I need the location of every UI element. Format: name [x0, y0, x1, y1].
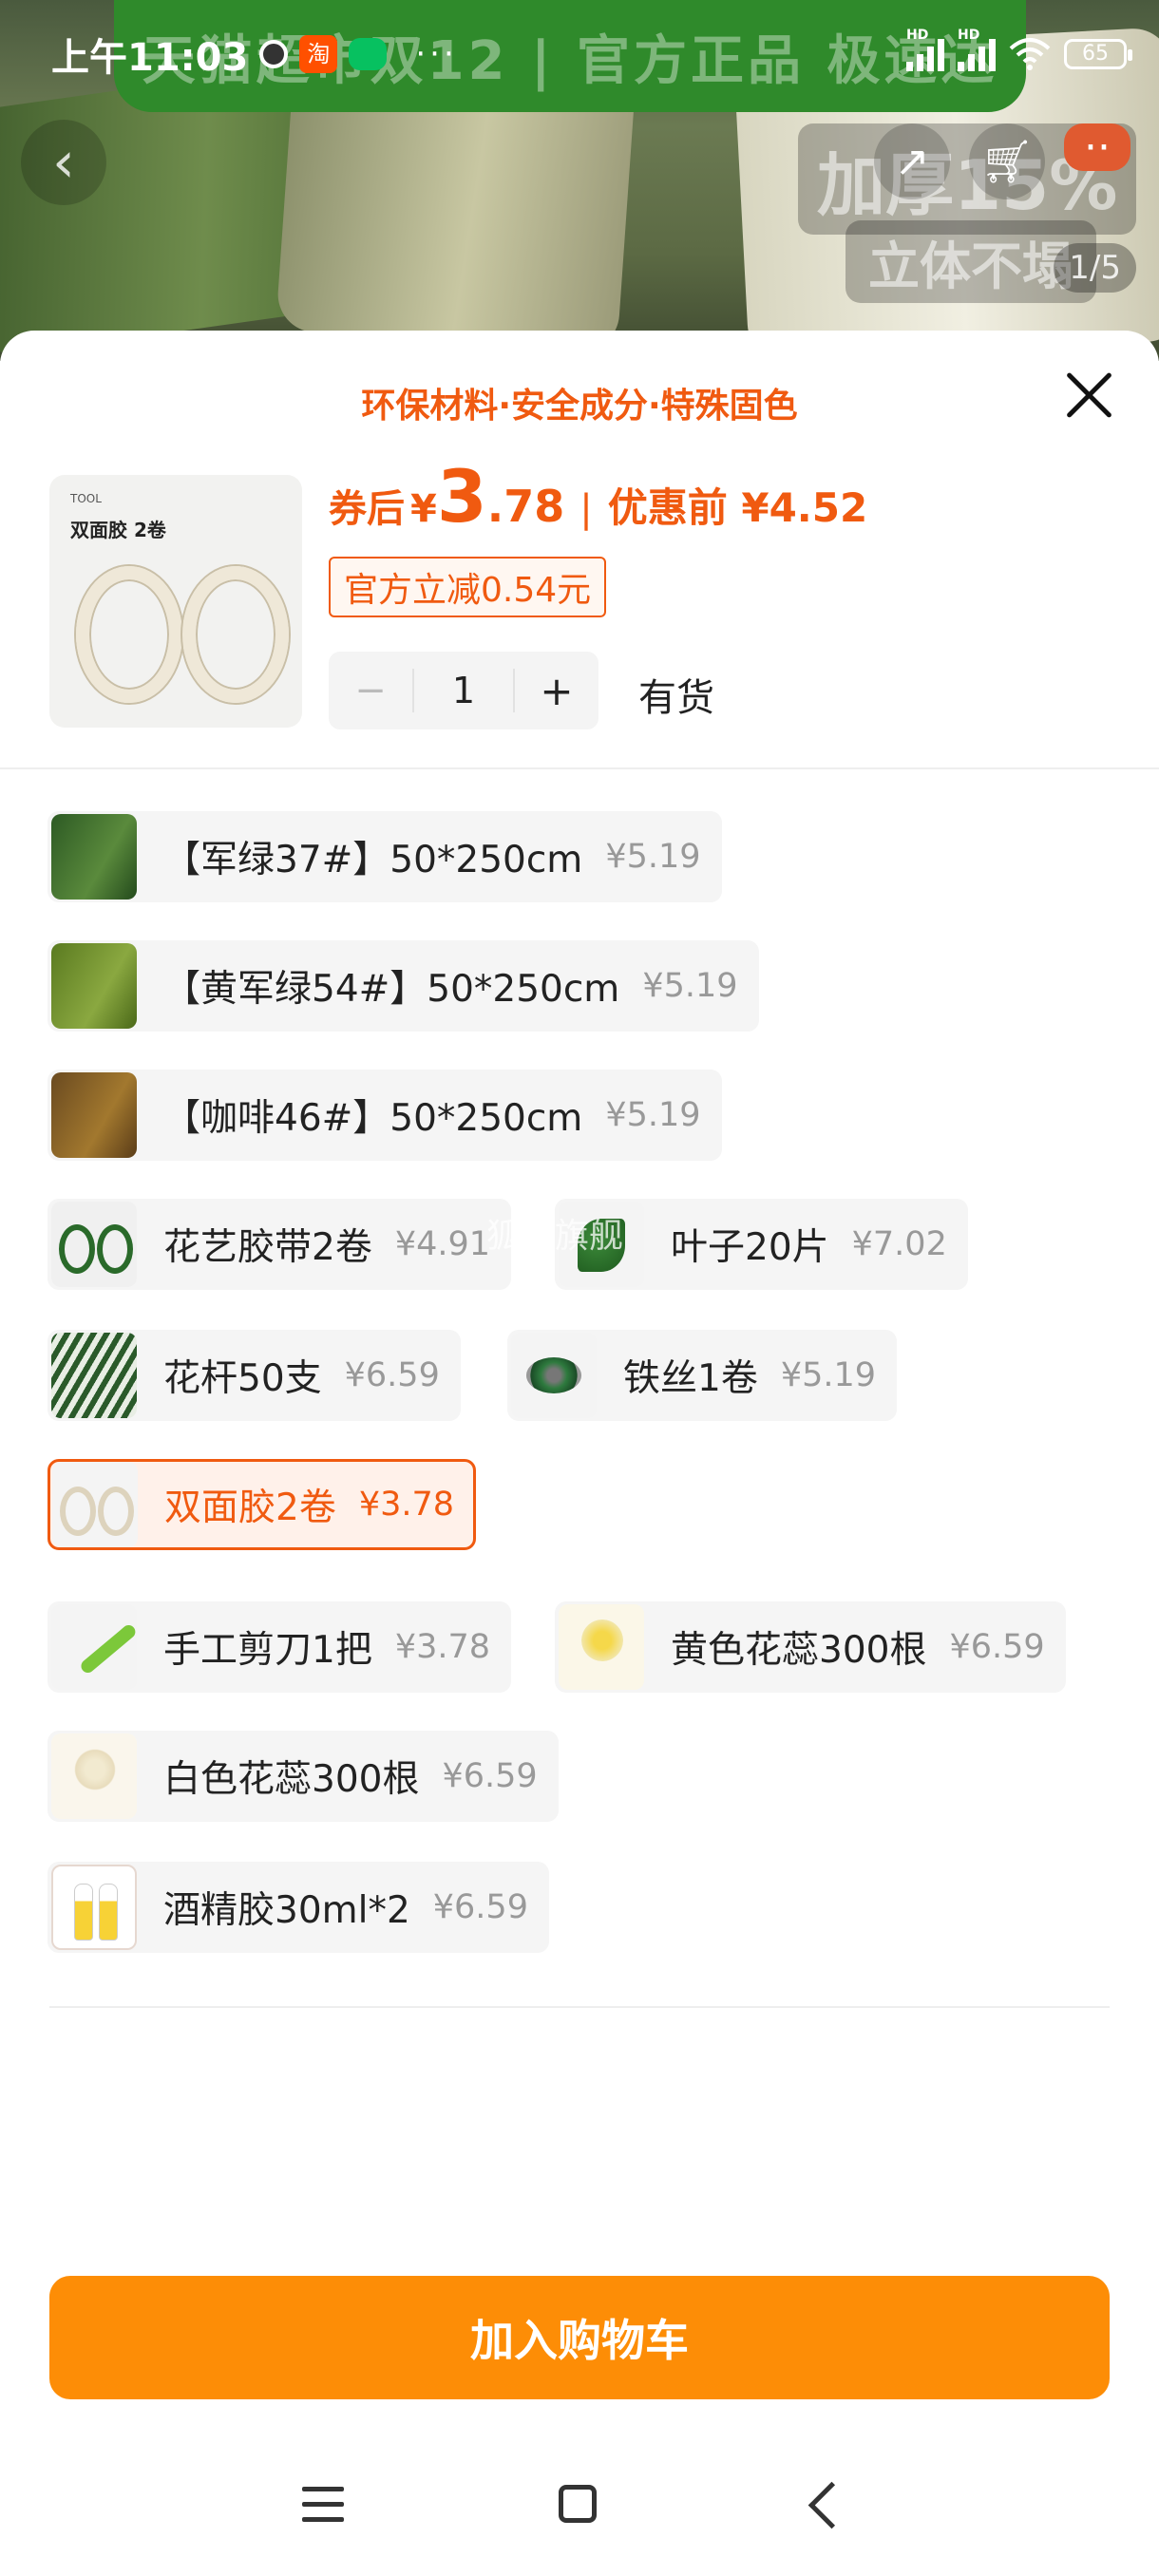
recent-apps-icon[interactable]: [302, 2487, 344, 2525]
option-thumbnail: [511, 1333, 597, 1418]
price-line: 券后 ¥ 3 .78 | 优惠前 ¥4.52: [329, 454, 867, 539]
option-name: 花杆50支: [163, 1357, 322, 1400]
tape-roll-graphic: [76, 566, 182, 703]
signal-1-icon: HD: [906, 28, 944, 71]
option-name: 【军绿37#】50*250cm: [163, 839, 583, 881]
battery-icon: 65: [1064, 39, 1132, 69]
option-thumbnail: [559, 1604, 644, 1690]
currency-symbol: ¥: [410, 487, 437, 531]
option-name: 手工剪刀1把: [163, 1629, 372, 1672]
option-thumbnail: [51, 1202, 137, 1287]
option-price: ¥4.91: [394, 1225, 491, 1263]
signal-2-icon: HD: [958, 28, 996, 71]
original-price: 优惠前 ¥4.52: [607, 484, 868, 531]
price-integer: 3: [436, 454, 487, 539]
option-price: ¥6.59: [432, 1888, 528, 1926]
home-icon[interactable]: [559, 2485, 597, 2523]
discount-tag: 官方立减0.54元: [329, 557, 607, 617]
option-thumbnail: [51, 1733, 137, 1819]
option-name: 花艺胶带2卷: [163, 1226, 372, 1269]
quantity-stepper: − 1 +: [329, 652, 598, 729]
option-price: ¥5.19: [780, 1356, 877, 1394]
option-price: ¥5.19: [642, 967, 738, 1005]
taobao-app-icon: 淘: [299, 35, 338, 73]
option-coffee-46[interactable]: 【咖啡46#】50*250cm ¥5.19: [48, 1070, 722, 1161]
status-time: 上午11:03: [51, 36, 249, 80]
option-price: ¥7.02: [851, 1225, 947, 1263]
option-name: 双面胶2卷: [164, 1487, 336, 1529]
option-thumbnail: [559, 1202, 644, 1287]
option-price: ¥6.59: [344, 1356, 440, 1394]
decrease-quantity-button[interactable]: −: [329, 669, 412, 712]
option-price: ¥3.78: [394, 1628, 491, 1666]
option-floral-tape[interactable]: 花艺胶带2卷 ¥4.91: [48, 1199, 512, 1290]
wifi-icon: [1009, 37, 1051, 71]
price-decimal: .78: [486, 481, 565, 532]
quantity-value[interactable]: 1: [412, 669, 515, 712]
share-icon[interactable]: ↗: [874, 123, 950, 199]
option-thumbnail: [51, 1072, 137, 1158]
add-to-cart-button[interactable]: 加入购物车: [49, 2276, 1110, 2399]
option-thumbnail: [51, 1604, 137, 1690]
option-army-green-37[interactable]: 【军绿37#】50*250cm ¥5.19: [48, 811, 722, 902]
selected-product-image[interactable]: TOOL 双面胶 2卷: [49, 475, 302, 728]
coupon-price-label: 券后: [329, 487, 405, 531]
option-thumbnail: [51, 943, 137, 1029]
close-icon[interactable]: [1058, 365, 1119, 426]
system-navigation-bar: [0, 2462, 1159, 2557]
divider: [49, 2006, 1110, 2008]
cart-icon[interactable]: 🛒︎: [969, 123, 1045, 199]
option-wire[interactable]: 铁丝1卷 ¥5.19: [507, 1330, 898, 1421]
option-alcohol-glue[interactable]: 酒精胶30ml*2 ¥6.59: [48, 1862, 549, 1953]
option-thumbnail: [52, 1462, 138, 1547]
option-price: ¥6.59: [442, 1757, 538, 1795]
sheet-title: 环保材料·安全成分·特殊固色: [361, 387, 798, 426]
price-separator: |: [580, 487, 593, 531]
tape-roll-graphic: [182, 566, 289, 703]
option-name: 酒精胶30ml*2: [163, 1889, 410, 1932]
thumb-product-name: 双面胶 2卷: [70, 519, 166, 541]
alarm-icon: [259, 40, 289, 68]
more-notifications-icon: ···: [415, 35, 458, 73]
option-price: ¥5.19: [605, 1096, 701, 1134]
option-name: 铁丝1卷: [623, 1357, 758, 1400]
wechat-icon: [349, 38, 388, 70]
image-page-indicator: 1/5: [1054, 243, 1136, 293]
option-price: ¥5.19: [605, 838, 701, 876]
option-price: ¥3.78: [358, 1486, 455, 1524]
option-double-sided-tape[interactable]: 双面胶2卷 ¥3.78: [48, 1459, 477, 1550]
thumb-brand: TOOL: [70, 492, 102, 505]
option-white-stamens[interactable]: 白色花蕊300根 ¥6.59: [48, 1731, 559, 1822]
increase-quantity-button[interactable]: +: [515, 668, 598, 714]
option-yellow-stamens[interactable]: 黄色花蕊300根 ¥6.59: [555, 1601, 1066, 1693]
option-name: 叶子20片: [671, 1226, 829, 1269]
option-leaves[interactable]: 叶子20片 ¥7.02: [555, 1199, 968, 1290]
sku-selector-sheet: 环保材料·安全成分·特殊固色 TOOL 双面胶 2卷 券后 ¥ 3 .78 | …: [0, 331, 1159, 2576]
stock-status: 有货: [638, 676, 714, 720]
divider: [0, 767, 1159, 769]
option-thumbnail: [51, 1865, 137, 1950]
option-name: 黄色花蕊300根: [671, 1629, 927, 1672]
option-scissors[interactable]: 手工剪刀1把 ¥3.78: [48, 1601, 512, 1693]
option-name: 【咖啡46#】50*250cm: [163, 1097, 583, 1140]
option-name: 白色花蕊300根: [163, 1758, 420, 1801]
option-price: ¥6.59: [949, 1628, 1045, 1666]
option-thumbnail: [51, 1333, 137, 1418]
option-name: 【黄军绿54#】50*250cm: [163, 968, 620, 1011]
option-thumbnail: [51, 814, 137, 900]
back-nav-icon[interactable]: [808, 2481, 856, 2529]
option-flower-stems[interactable]: 花杆50支 ¥6.59: [48, 1330, 461, 1421]
option-yellow-army-green-54[interactable]: 【黄军绿54#】50*250cm ¥5.19: [48, 940, 759, 1032]
more-icon[interactable]: ··: [1064, 123, 1130, 172]
back-icon[interactable]: ‹: [21, 120, 106, 205]
status-bar: 上午11:03 淘 ··· HD HD 65: [0, 21, 1159, 87]
